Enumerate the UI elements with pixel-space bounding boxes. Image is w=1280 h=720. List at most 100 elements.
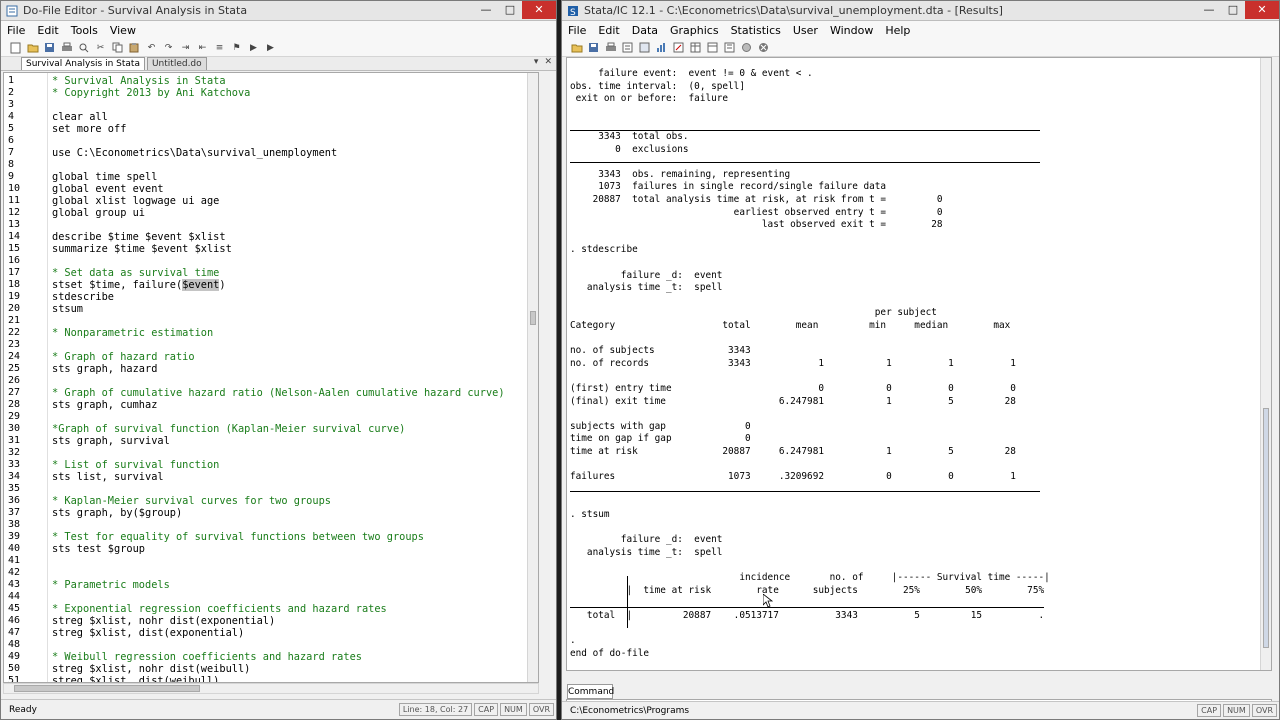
code-line[interactable]: streg $xlist, nohr dist(weibull) <box>52 663 250 675</box>
minimize-icon[interactable]: — <box>474 1 498 19</box>
execute-do-icon[interactable]: ▶ <box>264 42 277 54</box>
open-folder-icon[interactable] <box>26 42 39 54</box>
code-line[interactable]: clear all <box>52 111 108 123</box>
code-line[interactable]: * Weibull regression coefficients and ha… <box>52 651 362 663</box>
close-icon[interactable]: ✕ <box>1245 1 1279 19</box>
menu-file[interactable]: File <box>7 24 25 37</box>
copy-icon[interactable] <box>111 42 124 54</box>
editor-horizontal-scrollbar[interactable] <box>3 683 539 694</box>
redo-icon[interactable]: ↷ <box>162 42 175 54</box>
close-tab-icon[interactable]: ✕ <box>544 57 552 67</box>
code-line[interactable]: summarize $time $event $xlist <box>52 243 232 255</box>
do-file-editor-icon[interactable] <box>672 42 685 54</box>
code-line[interactable]: * Graph of hazard ratio <box>52 351 195 363</box>
code-line[interactable]: describe $time $event $xlist <box>52 231 226 243</box>
menu-data[interactable]: Data <box>632 24 658 37</box>
code-line[interactable]: * Survival Analysis in Stata <box>52 75 226 87</box>
code-line[interactable]: * Set data as survival time <box>52 267 219 279</box>
editor-vertical-scroll-thumb[interactable] <box>530 311 536 325</box>
more-icon[interactable] <box>740 42 753 54</box>
tab-list-chevron-down-icon[interactable]: ▾ <box>534 57 539 67</box>
print-icon[interactable] <box>60 42 73 54</box>
minimize-icon[interactable]: — <box>1197 1 1221 19</box>
viewer-icon[interactable] <box>638 42 651 54</box>
selected-text[interactable]: $event <box>182 279 220 291</box>
bookmark-icon[interactable]: ⚑ <box>230 42 243 54</box>
outdent-icon[interactable]: ⇤ <box>196 42 209 54</box>
code-line[interactable]: * Test for equality of survival function… <box>52 531 424 543</box>
code-line[interactable]: streg $xlist, dist(weibull) <box>52 675 219 682</box>
code-line[interactable]: sts graph, by($group) <box>52 507 182 519</box>
code-line[interactable]: sts graph, survival <box>52 435 170 447</box>
results-line: 0 exclusions <box>570 143 689 155</box>
results-vertical-scroll-thumb[interactable] <box>1263 408 1269 648</box>
find-icon[interactable] <box>77 42 90 54</box>
variables-manager-icon[interactable] <box>723 42 736 54</box>
data-browser-icon[interactable] <box>706 42 719 54</box>
editor-vertical-scrollbar[interactable] <box>527 73 538 682</box>
results-vertical-scrollbar[interactable] <box>1260 58 1271 670</box>
undo-icon[interactable]: ↶ <box>145 42 158 54</box>
command-tab[interactable]: Command <box>567 684 614 699</box>
log-icon[interactable] <box>621 42 634 54</box>
code-line[interactable]: global group ui <box>52 207 145 219</box>
code-line[interactable]: streg $xlist, nohr dist(exponential) <box>52 615 275 627</box>
code-line[interactable]: sts test $group <box>52 543 145 555</box>
editor-horizontal-scroll-thumb[interactable] <box>14 685 200 692</box>
cut-icon[interactable]: ✂ <box>94 42 107 54</box>
code-line[interactable]: * Graph of cumulative hazard ratio (Nels… <box>52 387 505 399</box>
code-line[interactable]: stdescribe <box>52 291 114 303</box>
close-icon[interactable]: ✕ <box>522 1 556 19</box>
editor-titlebar[interactable]: Do-File Editor - Survival Analysis in St… <box>1 1 556 21</box>
paste-icon[interactable] <box>128 42 141 54</box>
new-file-icon[interactable] <box>9 42 22 54</box>
code-line[interactable]: global event event <box>52 183 164 195</box>
results-titlebar[interactable]: S Stata/IC 12.1 - C:\Econometrics\Data\s… <box>562 1 1279 21</box>
code-line[interactable]: stset $time, failure($event) <box>52 279 226 291</box>
code-line[interactable]: global xlist logwage ui age <box>52 195 219 207</box>
maximize-icon[interactable]: □ <box>498 1 522 19</box>
save-icon[interactable] <box>587 42 600 54</box>
menu-file[interactable]: File <box>568 24 586 37</box>
break-icon[interactable] <box>757 42 770 54</box>
menu-edit[interactable]: Edit <box>37 24 58 37</box>
execute-selection-icon[interactable]: ▶ <box>247 42 260 54</box>
code-line[interactable]: * Parametric models <box>52 579 170 591</box>
menu-view[interactable]: View <box>110 24 136 37</box>
code-line[interactable]: use C:\Econometrics\Data\survival_unempl… <box>52 147 337 159</box>
code-editor[interactable]: 1 2 3 4 5 6 7 8 9 10 11 12 13 14 15 16 17 18 19 20 21 22 23 24 2… <box>3 72 539 683</box>
line-number: 46 <box>8 615 21 626</box>
tab-untitled[interactable]: Untitled.do <box>146 57 207 70</box>
code-area[interactable]: * Survival Analysis in Stata * Copyright … <box>52 73 538 682</box>
menu-edit[interactable]: Edit <box>598 24 619 37</box>
menu-user[interactable]: User <box>793 24 818 37</box>
menu-graphics[interactable]: Graphics <box>670 24 719 37</box>
menu-statistics[interactable]: Statistics <box>731 24 781 37</box>
code-line[interactable]: stsum <box>52 303 83 315</box>
code-line[interactable]: * Exponential regression coefficients an… <box>52 603 387 615</box>
code-line[interactable]: streg $xlist, dist(exponential) <box>52 627 244 639</box>
menu-window[interactable]: Window <box>830 24 873 37</box>
code-line[interactable]: global time spell <box>52 171 157 183</box>
code-line[interactable]: sts graph, hazard <box>52 363 157 375</box>
line-number: 48 <box>8 639 21 650</box>
show-line-icon[interactable]: ≡ <box>213 42 226 54</box>
code-line[interactable]: sts list, survival <box>52 471 164 483</box>
code-line[interactable]: * Copyright 2013 by Ani Katchova <box>52 87 250 99</box>
tab-survival-analysis[interactable]: Survival Analysis in Stata <box>21 57 145 70</box>
save-icon[interactable] <box>43 42 56 54</box>
code-line[interactable]: *Graph of survival function (Kaplan-Meie… <box>52 423 405 435</box>
data-editor-icon[interactable] <box>689 42 702 54</box>
menu-tools[interactable]: Tools <box>71 24 98 37</box>
code-line[interactable]: * Kaplan-Meier survival curves for two g… <box>52 495 331 507</box>
code-line[interactable]: * Nonparametric estimation <box>52 327 213 339</box>
maximize-icon[interactable]: □ <box>1221 1 1245 19</box>
code-line[interactable]: set more off <box>52 123 126 135</box>
open-folder-icon[interactable] <box>570 42 583 54</box>
code-line[interactable]: * List of survival function <box>52 459 219 471</box>
graph-icon[interactable] <box>655 42 668 54</box>
menu-help[interactable]: Help <box>885 24 910 37</box>
indent-icon[interactable]: ⇥ <box>179 42 192 54</box>
print-icon[interactable] <box>604 42 617 54</box>
code-line[interactable]: sts graph, cumhaz <box>52 399 157 411</box>
